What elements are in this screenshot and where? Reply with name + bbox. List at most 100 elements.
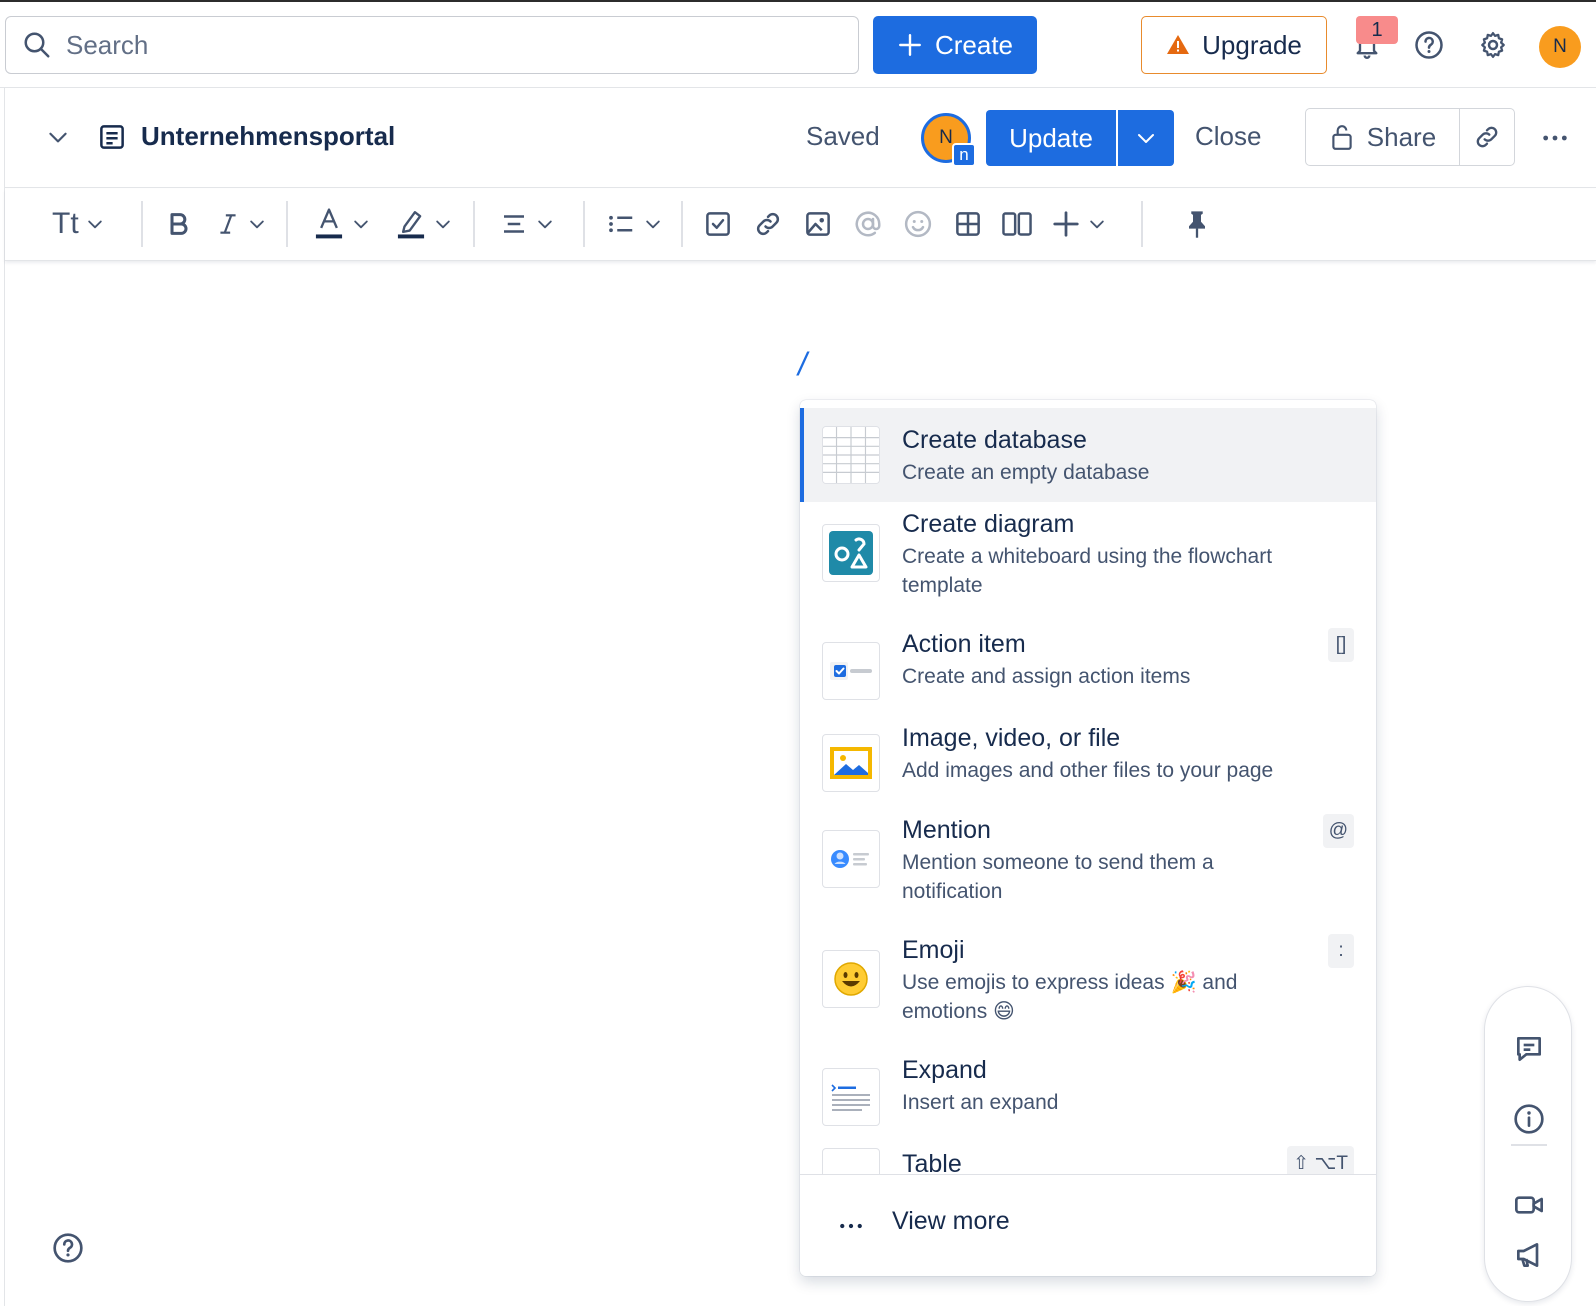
help-icon <box>53 1233 83 1263</box>
highlight-button[interactable] <box>395 203 453 245</box>
global-navigation: Create Upgrade 1 N <box>0 2 1596 86</box>
menu-item-description: Insert an expand <box>902 1091 1059 1114</box>
bold-icon <box>170 213 188 235</box>
view-more-button[interactable]: View more <box>800 1174 1376 1276</box>
menu-item-title: Table <box>902 1150 962 1174</box>
create-button[interactable]: Create <box>873 16 1037 74</box>
menu-item-title: Mention <box>902 816 991 844</box>
page-title: Unternehmensportal <box>141 121 396 151</box>
menu-item-title: Create database <box>902 426 1087 454</box>
sidebar-edge <box>4 88 5 1306</box>
menu-item-description: Mention someone to send them a notificat… <box>902 851 1214 903</box>
page-details-button[interactable] <box>1509 1099 1549 1139</box>
close-button[interactable]: Close <box>1195 121 1261 152</box>
toolbar-separator <box>473 201 475 247</box>
bullet-list-icon <box>609 215 633 233</box>
chevron-down-icon <box>1138 134 1154 143</box>
menu-item-create-database[interactable]: Create database Create an empty database <box>800 408 1376 502</box>
more-actions-button[interactable] <box>1539 122 1571 159</box>
italic-button[interactable] <box>215 203 267 245</box>
info-icon <box>1514 1104 1544 1134</box>
keyboard-shortcut: [] <box>1328 628 1354 662</box>
insert-more-button[interactable] <box>1051 203 1107 245</box>
menu-item-emoji[interactable]: Emoji Use emojis to express ideas 🎉 and … <box>800 928 1376 1048</box>
formatting-toolbar: Tt <box>5 189 1596 261</box>
mention-button[interactable] <box>853 203 883 245</box>
menu-item-description: Use emojis to express ideas 🎉 and emotio… <box>902 971 1238 1023</box>
menu-item-mention[interactable]: Mention Mention someone to send them a n… <box>800 808 1376 928</box>
bold-button[interactable] <box>165 203 193 245</box>
search-input[interactable] <box>66 29 826 61</box>
layouts-button[interactable] <box>1001 203 1033 245</box>
typed-slash-command: / <box>798 346 807 382</box>
chevron-down-icon <box>354 220 368 229</box>
menu-item-action-item[interactable]: Action item Create and assign action ite… <box>800 622 1376 716</box>
slash-command-menu: Create database Create an empty database… <box>800 400 1376 1276</box>
text-color-button[interactable] <box>313 203 371 245</box>
unlock-icon <box>1332 125 1352 150</box>
comments-button[interactable] <box>1509 1029 1549 1069</box>
insert-table-button[interactable] <box>953 203 983 245</box>
settings-button[interactable] <box>1474 26 1512 64</box>
comment-icon <box>1517 1037 1541 1061</box>
gear-icon <box>1481 32 1505 58</box>
expand-icon <box>822 1068 880 1126</box>
update-button[interactable]: Update <box>986 110 1116 166</box>
menu-item-image-video-file[interactable]: Image, video, or file Add images and oth… <box>800 716 1376 808</box>
insert-image-button[interactable] <box>803 203 833 245</box>
alignment-button[interactable] <box>499 203 555 245</box>
menu-item-title: Emoji <box>902 936 965 964</box>
slash-command-list: Create database Create an empty database… <box>800 400 1376 1174</box>
search-field[interactable] <box>5 16 859 74</box>
notification-count-badge: 1 <box>1356 16 1398 44</box>
chevron-down-icon <box>646 220 660 229</box>
menu-item-title: Action item <box>902 630 1026 658</box>
update-options-button[interactable] <box>1118 110 1174 166</box>
upgrade-button-label: Upgrade <box>1202 29 1302 60</box>
pin-toolbar-button[interactable] <box>1183 203 1211 245</box>
smiley-icon <box>904 210 932 238</box>
menu-item-create-diagram[interactable]: Create diagram Create a whiteboard using… <box>800 502 1376 622</box>
copy-link-button[interactable] <box>1459 108 1515 166</box>
announcements-button[interactable] <box>1509 1235 1549 1275</box>
menu-item-description: Create and assign action items <box>902 665 1191 688</box>
link-icon <box>756 212 780 236</box>
italic-icon <box>220 214 236 234</box>
checkbox-icon <box>706 212 730 236</box>
insert-link-button[interactable] <box>753 203 783 245</box>
editor-avatar-badge: n <box>952 143 976 167</box>
mention-icon <box>822 830 880 888</box>
emoji-icon <box>822 950 880 1008</box>
text-style-button[interactable]: Tt <box>52 203 105 245</box>
menu-item-title: Image, video, or file <box>902 724 1121 752</box>
list-button[interactable] <box>605 203 663 245</box>
menu-item-description: Add images and other files to your page <box>902 759 1274 782</box>
upgrade-button[interactable]: Upgrade <box>1141 16 1327 74</box>
keyboard-shortcut: : <box>1328 934 1354 968</box>
collapse-sidebar-button[interactable] <box>45 124 71 155</box>
emoji-button[interactable] <box>903 203 933 245</box>
chevron-down-icon <box>436 220 450 229</box>
menu-item-expand[interactable]: Expand Insert an expand <box>800 1048 1376 1142</box>
table-icon <box>956 212 980 236</box>
chevron-down-icon <box>538 220 552 229</box>
action-item-button[interactable] <box>703 203 733 245</box>
help-button[interactable] <box>1410 26 1448 64</box>
menu-item-description: Create an empty database <box>902 461 1150 484</box>
help-floating-button[interactable] <box>52 1232 84 1269</box>
user-avatar[interactable]: N <box>1539 26 1581 68</box>
columns-icon <box>1002 212 1032 236</box>
right-utility-rail <box>1484 986 1572 1302</box>
toolbar-separator <box>141 201 143 247</box>
create-button-label: Create <box>934 29 1014 60</box>
table-icon <box>822 1148 880 1174</box>
share-button[interactable]: Share <box>1305 108 1460 166</box>
menu-item-table[interactable]: Table ⇧ ⌥T <box>800 1142 1376 1174</box>
toolbar-separator <box>583 201 585 247</box>
toolbar-separator <box>681 201 683 247</box>
database-icon <box>822 426 880 484</box>
page-icon <box>97 122 127 157</box>
plus-icon <box>899 34 921 56</box>
link-icon <box>1476 126 1498 148</box>
record-video-button[interactable] <box>1509 1185 1549 1225</box>
